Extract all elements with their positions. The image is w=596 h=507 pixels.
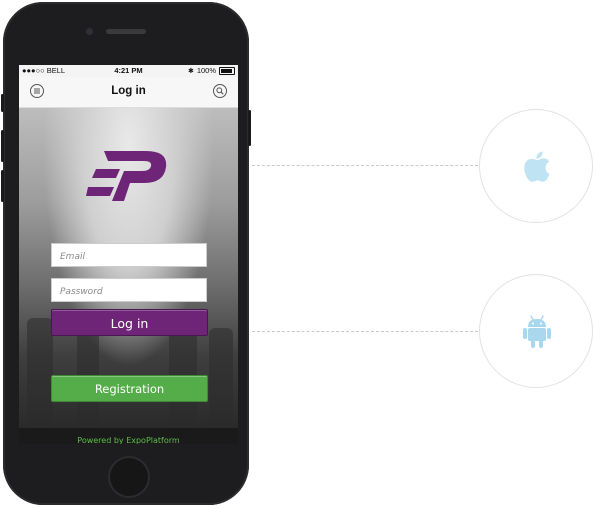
phone-screen: ●●●○○ BELL 4:21 PM ✱ 100% Log in Email L… — [19, 65, 238, 444]
nav-bar: Log in — [19, 77, 238, 108]
connector-android — [252, 331, 478, 332]
page-title: Log in — [111, 85, 146, 97]
bluetooth-icon: ✱ — [187, 67, 194, 75]
mute-switch — [1, 94, 4, 112]
volume-down-button — [1, 170, 4, 202]
earpiece-speaker — [106, 29, 146, 34]
expoplatform-logo — [86, 151, 167, 201]
powered-by-link[interactable]: Powered by ExpoPlatform — [77, 436, 179, 444]
password-field-wrapper — [51, 278, 207, 303]
apple-icon — [524, 151, 550, 182]
home-button[interactable] — [110, 458, 148, 496]
apple-platform-badge[interactable] — [479, 109, 593, 223]
footer: Powered by ExpoPlatform — [19, 428, 238, 444]
status-right: ✱ 100% — [188, 66, 235, 75]
login-button[interactable]: Log in — [51, 309, 208, 336]
email-field[interactable] — [52, 246, 206, 268]
volume-up-button — [1, 130, 4, 162]
password-field[interactable] — [52, 281, 206, 303]
registration-button[interactable]: Registration — [51, 375, 208, 402]
power-button — [248, 110, 251, 146]
connector-apple — [252, 165, 478, 166]
android-icon — [523, 315, 551, 348]
front-camera — [86, 28, 93, 35]
email-field-wrapper — [51, 243, 207, 268]
battery-icon — [219, 66, 235, 75]
search-icon[interactable] — [213, 84, 227, 98]
status-bar: ●●●○○ BELL 4:21 PM ✱ 100% — [19, 65, 238, 77]
android-platform-badge[interactable] — [479, 274, 593, 388]
phone-mockup: ●●●○○ BELL 4:21 PM ✱ 100% Log in Email L… — [1, 2, 251, 505]
battery-percent: 100% — [196, 66, 216, 75]
